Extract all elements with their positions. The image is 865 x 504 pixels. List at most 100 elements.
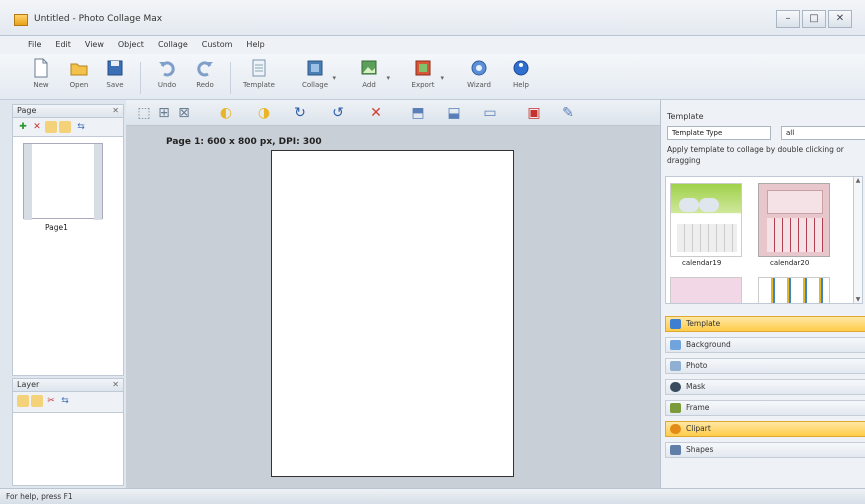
template-button[interactable]: Template (242, 58, 276, 98)
page-panel-header: Page ✕ (12, 104, 124, 118)
crop-icon[interactable]: ▣ (526, 105, 542, 121)
scroll-down-icon[interactable]: ▼ (854, 296, 862, 303)
template-gallery-scrollbar[interactable]: ▲ ▼ (853, 176, 863, 304)
zoom-tool-icon[interactable]: ⊠ (176, 105, 192, 121)
layer-up-icon[interactable] (17, 395, 29, 407)
template-panel: Template Template Type all Apply templat… (660, 100, 865, 488)
layer-arrange-icon[interactable]: ⇆ (59, 395, 71, 407)
select-tool-icon[interactable]: ⬚ (136, 105, 152, 121)
add-page-icon[interactable]: ✚ (17, 121, 29, 133)
template-icon (252, 59, 266, 77)
redo-icon (197, 61, 213, 77)
template-panel-title: Template (667, 112, 704, 121)
window-title: Untitled - Photo Collage Max (34, 14, 163, 24)
menu-custom[interactable]: Custom (200, 36, 235, 54)
layer-panel-close-icon[interactable]: ✕ (112, 379, 119, 391)
template-section-icon (670, 319, 681, 329)
export-button[interactable]: Export ▾ (406, 58, 444, 98)
layer-panel-title: Layer (17, 380, 40, 389)
add-button[interactable]: Add ▾ (352, 58, 390, 98)
template-type-tab[interactable]: Template Type (667, 126, 771, 140)
wizard-icon (471, 60, 487, 76)
collage-page[interactable] (271, 150, 514, 477)
page-panel-close-icon[interactable]: ✕ (112, 105, 119, 117)
edit-icon[interactable]: ✎ (560, 105, 576, 121)
align-icon[interactable]: ⬒ (410, 105, 426, 121)
save-button[interactable]: Save (98, 58, 132, 98)
new-button[interactable]: New (24, 58, 58, 98)
page-arrange-icon[interactable]: ⇆ (75, 121, 87, 133)
undo-button[interactable]: Undo (150, 58, 184, 98)
open-button[interactable]: Open (62, 58, 96, 98)
collage-button[interactable]: Collage ▾ (298, 58, 336, 98)
undo-icon (159, 61, 175, 77)
export-dropdown-icon[interactable]: ▾ (440, 74, 444, 82)
fit-tool-icon[interactable]: ⊞ (156, 105, 172, 121)
help-button[interactable]: Help (504, 58, 538, 98)
wizard-button[interactable]: Wizard (462, 58, 496, 98)
redo-button[interactable]: Redo (188, 58, 222, 98)
layer-delete-icon[interactable]: ✂ (45, 395, 57, 407)
page-thumbnail[interactable] (23, 143, 103, 220)
page-panel-title: Page (17, 106, 37, 115)
add-dropdown-icon[interactable]: ▾ (386, 74, 390, 82)
section-frame[interactable]: Frame (665, 400, 865, 416)
menu-help[interactable]: Help (244, 36, 266, 54)
section-clipart[interactable]: Clipart (665, 421, 865, 437)
page-info-label: Page 1: 600 x 800 px, DPI: 300 (166, 137, 322, 147)
rotate-right-icon[interactable]: ↻ (292, 105, 308, 121)
distribute-icon[interactable]: ⬓ (446, 105, 462, 121)
folder-icon (70, 63, 88, 76)
export-icon (415, 60, 431, 76)
template-type-select[interactable]: all (781, 126, 865, 140)
template-thumb-next[interactable] (670, 277, 742, 303)
template-thumb-calendar20[interactable] (758, 183, 830, 257)
template-thumb-next[interactable] (758, 277, 830, 303)
close-button[interactable]: ✕ (828, 10, 852, 28)
menu-collage[interactable]: Collage (156, 36, 190, 54)
help-icon (513, 60, 529, 76)
flip-vertical-icon[interactable]: ◑ (256, 105, 272, 121)
section-mask[interactable]: Mask (665, 379, 865, 395)
template-thumb-label: calendar20 (770, 259, 810, 267)
app-icon (14, 14, 28, 26)
clipart-section-icon (670, 424, 681, 434)
size-icon[interactable]: ▭ (482, 105, 498, 121)
toolbar-separator (230, 62, 231, 94)
template-thumb-calendar19[interactable] (670, 183, 742, 257)
menu-object[interactable]: Object (116, 36, 146, 54)
status-text: For help, press F1 (6, 492, 73, 501)
title-bar: Untitled - Photo Collage Max – □ ✕ (0, 0, 865, 36)
page-thumbnail-label: Page1 (45, 223, 68, 232)
section-shapes[interactable]: Shapes (665, 442, 865, 458)
status-bar: For help, press F1 (0, 488, 865, 504)
mask-section-icon (670, 382, 681, 392)
section-photo[interactable]: Photo (665, 358, 865, 374)
new-document-icon (34, 58, 48, 78)
rotate-left-icon[interactable]: ↺ (330, 105, 346, 121)
template-gallery: calendar19 calendar20 (665, 176, 855, 304)
section-template[interactable]: Template (665, 316, 865, 332)
scroll-up-icon[interactable]: ▲ (854, 177, 862, 184)
collage-dropdown-icon[interactable]: ▾ (332, 74, 336, 82)
page-folder-icon[interactable] (45, 121, 57, 133)
layer-panel-toolbar: ✂ ⇆ (12, 392, 124, 412)
shapes-section-icon (670, 445, 681, 455)
template-description: Apply template to collage by double clic… (667, 145, 844, 165)
section-background[interactable]: Background (665, 337, 865, 353)
minimize-button[interactable]: – (776, 10, 800, 28)
layer-down-icon[interactable] (31, 395, 43, 407)
menu-edit[interactable]: Edit (53, 36, 73, 54)
menu-bar: File Edit View Object Collage Custom Hel… (0, 36, 865, 54)
menu-view[interactable]: View (83, 36, 106, 54)
delete-page-icon[interactable]: ✕ (31, 121, 43, 133)
layer-panel-header: Layer ✕ (12, 378, 124, 392)
flip-horizontal-icon[interactable]: ◐ (218, 105, 234, 121)
menu-file[interactable]: File (26, 36, 43, 54)
delete-object-icon[interactable]: ✕ (368, 105, 384, 121)
background-section-icon (670, 340, 681, 350)
page-panel-toolbar: ✚ ✕ ⇆ (12, 118, 124, 136)
collage-icon (307, 60, 323, 76)
page-copy-icon[interactable] (59, 121, 71, 133)
maximize-button[interactable]: □ (802, 10, 826, 28)
